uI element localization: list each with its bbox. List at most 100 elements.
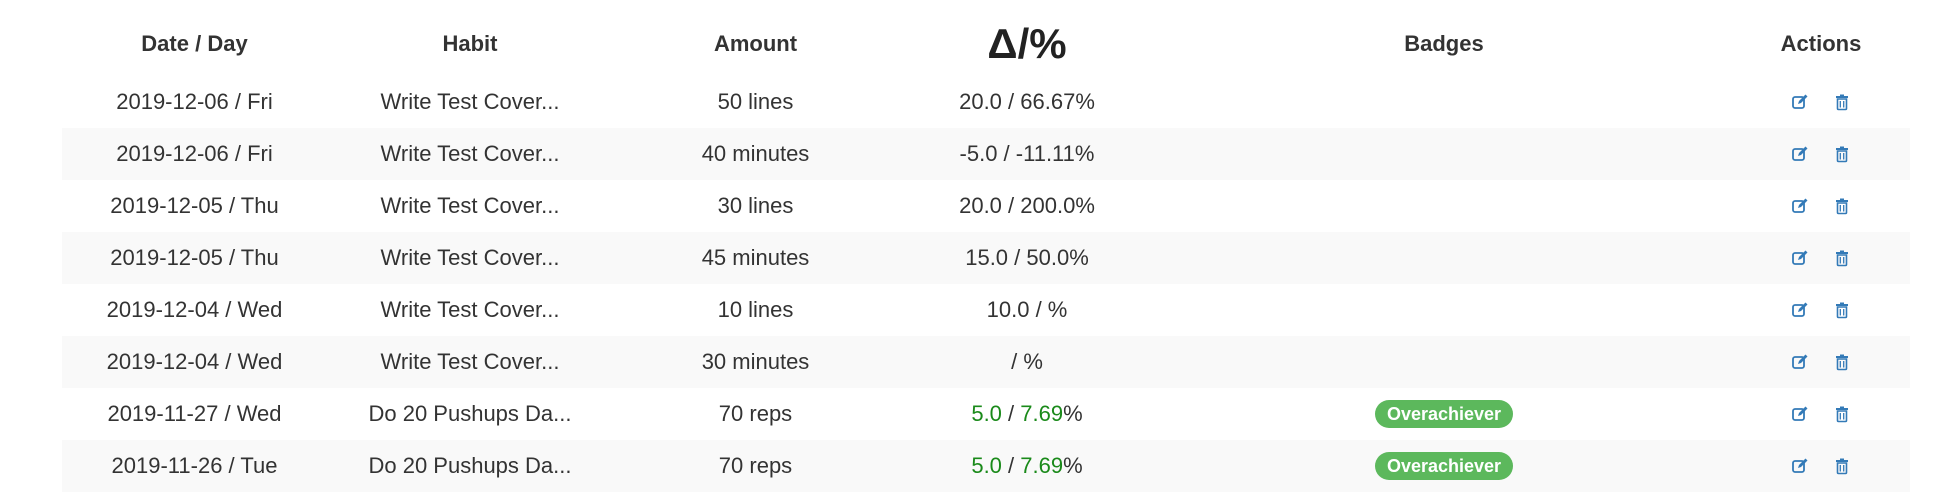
- table-row: 2019-12-04 / Wed Write Test Cover... 30 …: [62, 336, 1910, 388]
- cell-habit: Write Test Cover...: [380, 193, 560, 218]
- delete-button[interactable]: [1832, 352, 1852, 372]
- cell-date: 2019-11-26 / Tue: [111, 453, 278, 478]
- row-actions: [1732, 92, 1910, 112]
- cell-delta-percent: 20.0 / 200.0%: [898, 180, 1156, 232]
- cell-date: 2019-12-04 / Wed: [106, 297, 283, 322]
- cell-amount: 70 reps: [718, 453, 793, 478]
- delete-button[interactable]: [1832, 456, 1852, 476]
- table-row: 2019-12-04 / Wed Write Test Cover... 10 …: [62, 284, 1910, 336]
- percent-value: %: [1047, 297, 1068, 322]
- edit-button[interactable]: [1790, 404, 1810, 424]
- edit-button[interactable]: [1790, 300, 1810, 320]
- status-badge: Overachiever: [1374, 452, 1514, 480]
- cell-badges: Overachiever: [1156, 388, 1732, 440]
- delta-separator: /: [997, 141, 1016, 166]
- delta-separator: /: [1001, 89, 1021, 114]
- delta-separator: /: [1001, 453, 1021, 478]
- table-body: 2019-12-06 / Fri Write Test Cover... 50 …: [62, 76, 1910, 492]
- delete-button[interactable]: [1832, 404, 1852, 424]
- edit-button[interactable]: [1790, 248, 1810, 268]
- cell-amount: 40 minutes: [701, 141, 810, 166]
- cell-amount: 30 lines: [717, 193, 794, 218]
- cell-habit: Write Test Cover...: [380, 349, 560, 374]
- percent-value: 50.0%: [1026, 245, 1089, 270]
- cell-badges: [1156, 232, 1732, 284]
- delete-button[interactable]: [1832, 92, 1852, 112]
- percent-suffix: %: [1063, 453, 1083, 478]
- delta-value: 10.0: [986, 297, 1030, 322]
- delta-separator: /: [1001, 401, 1021, 426]
- cell-actions: [1732, 232, 1910, 284]
- header-habit: Habit: [442, 31, 498, 56]
- trash-icon: [1836, 146, 1848, 163]
- delta-separator: /: [1011, 349, 1024, 374]
- table-header: Date / Day Habit Amount Δ/% Badges Actio…: [62, 12, 1910, 76]
- cell-delta-percent: 15.0 / 50.0%: [898, 232, 1156, 284]
- edit-icon: [1792, 250, 1808, 265]
- edit-icon: [1792, 458, 1808, 473]
- cell-date: 2019-12-06 / Fri: [116, 89, 273, 114]
- edit-icon: [1792, 198, 1808, 213]
- cell-date: 2019-12-05 / Thu: [110, 193, 279, 218]
- delta-separator: /: [1008, 245, 1027, 270]
- cell-actions: [1732, 284, 1910, 336]
- row-actions: [1732, 196, 1910, 216]
- edit-button[interactable]: [1790, 144, 1810, 164]
- header-delta-percent: Δ/%: [898, 12, 1156, 76]
- delete-button[interactable]: [1832, 300, 1852, 320]
- trash-icon: [1836, 302, 1848, 319]
- cell-delta-percent: 5.0 / 7.69%: [898, 440, 1156, 492]
- edit-icon: [1792, 354, 1808, 369]
- delta-separator: /: [1029, 297, 1048, 322]
- row-actions: [1732, 352, 1910, 372]
- delta-separator: /: [1001, 193, 1021, 218]
- edit-button[interactable]: [1790, 456, 1810, 476]
- percent-value: 7.69: [1020, 401, 1064, 426]
- cell-amount: 50 lines: [717, 89, 794, 114]
- percent-value: -11.11%: [1015, 141, 1095, 166]
- trash-icon: [1836, 354, 1848, 371]
- delta-separator: /: [1017, 20, 1030, 67]
- table-row: 2019-12-06 / Fri Write Test Cover... 40 …: [62, 128, 1910, 180]
- cell-actions: [1732, 388, 1910, 440]
- header-amount: Amount: [713, 31, 798, 56]
- delete-button[interactable]: [1832, 196, 1852, 216]
- delete-button[interactable]: [1832, 248, 1852, 268]
- table-row: 2019-12-05 / Thu Write Test Cover... 45 …: [62, 232, 1910, 284]
- cell-badges: [1156, 76, 1732, 128]
- cell-badges: [1156, 180, 1732, 232]
- cell-badges: [1156, 284, 1732, 336]
- percent-suffix: %: [1063, 401, 1083, 426]
- edit-button[interactable]: [1790, 92, 1810, 112]
- cell-delta-percent: 10.0 / %: [898, 284, 1156, 336]
- edit-button[interactable]: [1790, 196, 1810, 216]
- habit-log-table-container: Date / Day Habit Amount Δ/% Badges Actio…: [62, 12, 1910, 492]
- edit-icon: [1792, 302, 1808, 317]
- cell-habit: Write Test Cover...: [380, 297, 560, 322]
- cell-amount: 10 lines: [717, 297, 794, 322]
- delete-button[interactable]: [1832, 144, 1852, 164]
- cell-actions: [1732, 180, 1910, 232]
- row-actions: [1732, 300, 1910, 320]
- cell-actions: [1732, 128, 1910, 180]
- cell-actions: [1732, 336, 1910, 388]
- table-row: 2019-11-26 / Tue Do 20 Pushups Da... 70 …: [62, 440, 1910, 492]
- table-row: 2019-12-05 / Thu Write Test Cover... 30 …: [62, 180, 1910, 232]
- cell-habit: Write Test Cover...: [380, 245, 560, 270]
- cell-habit: Do 20 Pushups Da...: [368, 453, 572, 478]
- row-actions: [1732, 248, 1910, 268]
- cell-date: 2019-11-27 / Wed: [107, 401, 282, 426]
- percent-value: %: [1023, 349, 1043, 374]
- trash-icon: [1836, 198, 1848, 215]
- table-row: 2019-12-06 / Fri Write Test Cover... 50 …: [62, 76, 1910, 128]
- edit-icon: [1792, 406, 1808, 421]
- row-actions: [1732, 456, 1910, 476]
- cell-amount: 45 minutes: [701, 245, 810, 270]
- edit-button[interactable]: [1790, 352, 1810, 372]
- edit-icon: [1792, 146, 1808, 161]
- delta-value: 20.0: [959, 193, 1002, 218]
- percent-value: 200.0%: [1020, 193, 1095, 218]
- delta-symbol: Δ: [987, 20, 1018, 67]
- percent-value: 7.69: [1020, 453, 1064, 478]
- row-actions: [1732, 404, 1910, 424]
